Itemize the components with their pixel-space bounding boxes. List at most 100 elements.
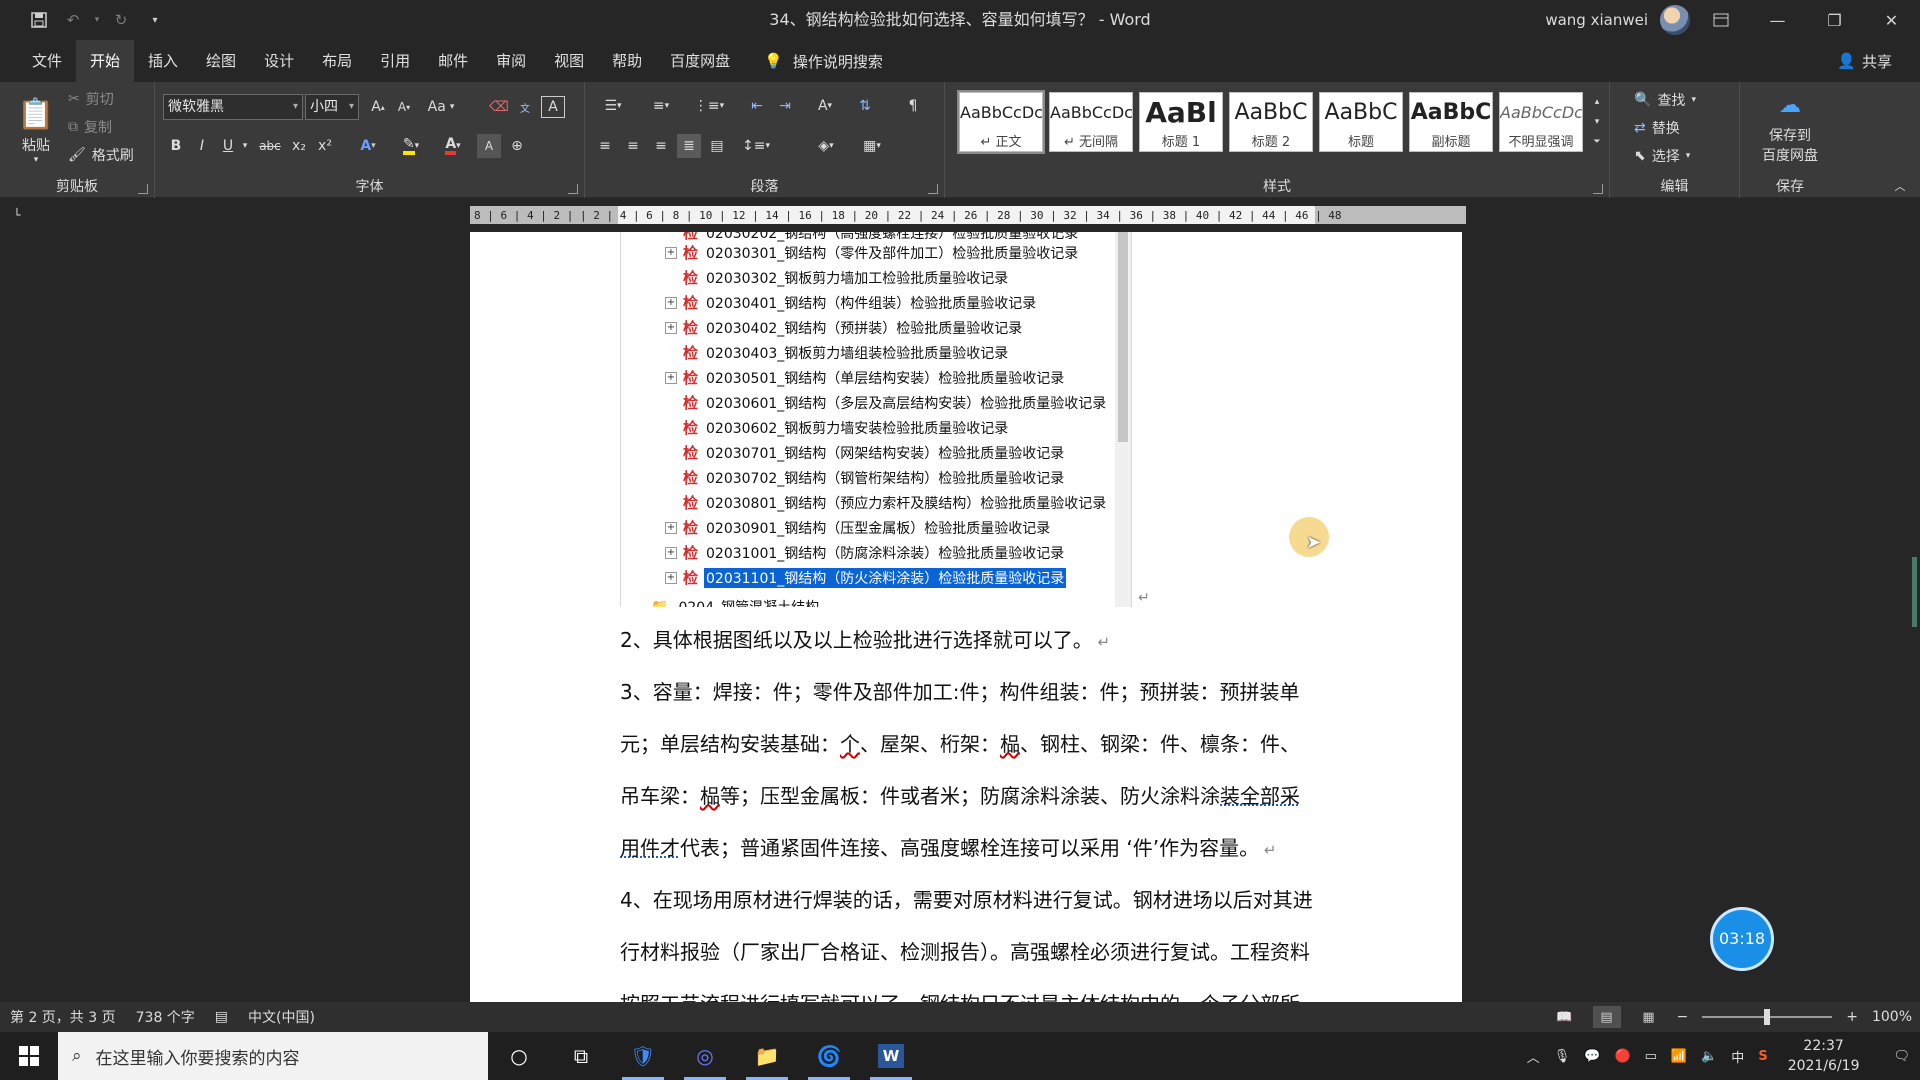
show-hidden-icons-icon[interactable]: ︿ [1527, 1047, 1540, 1066]
paragraph-3-line-2[interactable]: 元；单层结构安装基础：个、屋架、桁架：榀、钢柱、钢梁：件、檩条：件、 [620, 728, 1300, 757]
tab-review[interactable]: 审阅 [482, 40, 540, 82]
decrease-indent-icon[interactable]: ⇤ [745, 94, 769, 118]
paragraph-3-line-4[interactable]: 用件才代表；普通紧固件连接、高强度螺栓连接可以采用 ‘件’作为容量。 ↵ [620, 832, 1276, 861]
vertical-scrollbar[interactable] [1912, 557, 1917, 627]
chinese-layout-icon[interactable]: A ▾ [807, 94, 843, 118]
style-heading-2[interactable]: AaBbC 标题 2 [1229, 92, 1313, 152]
baidu-netdisk-label[interactable]: 百度网盘 [1740, 146, 1840, 164]
tab-insert[interactable]: 插入 [134, 40, 192, 82]
horizontal-ruler[interactable]: 8 | 6 | 4 | 2 | | 2 | 4 | 6 | 8 | 10 | 1… [470, 206, 1466, 224]
format-painter-button[interactable]: 🖌 格式刷 [68, 144, 134, 166]
style-subtle-emphasis[interactable]: AaBbCcDc 不明显强调 [1499, 92, 1583, 152]
tab-references[interactable]: 引用 [366, 40, 424, 82]
proofing-icon[interactable]: ▤ [205, 1009, 238, 1025]
sort-icon[interactable]: ⇅ [853, 94, 877, 118]
bold-button[interactable]: B [165, 134, 187, 158]
clock[interactable]: 22:37 2021/6/19 [1788, 1036, 1860, 1076]
paragraph-4-line-3[interactable]: 按照工艺流程进行填写就可以了。钢结构只不过是主体结构中的一个子分部所 [620, 988, 1300, 1002]
microphone-icon[interactable]: 🎙 [1554, 1049, 1571, 1064]
volume-icon[interactable]: 🔈 [1701, 1049, 1717, 1064]
task-view-icon[interactable]: ⧉ [550, 1032, 612, 1080]
ribbon-display-options-icon[interactable] [1692, 0, 1749, 40]
tab-help[interactable]: 帮助 [598, 40, 656, 82]
avatar[interactable] [1660, 5, 1690, 35]
underline-button[interactable]: U [217, 134, 239, 158]
zoom-level[interactable]: 100% [1872, 1009, 1912, 1025]
app-tray-icon[interactable]: 🔴 [1614, 1049, 1630, 1064]
distributed-icon[interactable]: ▤ [705, 134, 729, 158]
security-shield-icon[interactable]: 🛡 [612, 1032, 674, 1080]
numbering-icon[interactable]: ≡ ▾ [643, 94, 679, 118]
tab-file[interactable]: 文件 [18, 40, 76, 82]
print-layout-icon[interactable]: ▤ [1592, 1006, 1621, 1028]
phonetic-guide-icon[interactable]: 文 [513, 96, 537, 118]
chevron-down-icon[interactable]: ▾ [349, 95, 354, 119]
bullets-icon[interactable]: ☰ ▾ [595, 94, 631, 118]
share-button[interactable]: 👤 共享 [1837, 40, 1892, 82]
windows-start-icon[interactable] [0, 1032, 58, 1080]
restore-icon[interactable]: ❐ [1806, 0, 1863, 40]
account-area[interactable]: wang xianwei [1545, 0, 1690, 40]
file-explorer-icon[interactable]: 📁 [736, 1032, 798, 1080]
clipboard-icon[interactable]: 📋 [14, 90, 58, 138]
character-border-icon[interactable]: A [541, 96, 565, 118]
styles-launcher-icon[interactable] [1593, 184, 1603, 194]
word-count[interactable]: 738 个字 [126, 1007, 205, 1027]
line-spacing-icon[interactable]: ↕≡ ▾ [737, 134, 775, 158]
select-button[interactable]: ⬉ 选择 ▾ [1634, 144, 1690, 168]
tab-view[interactable]: 视图 [540, 40, 598, 82]
language[interactable]: 中文(中国) [238, 1007, 325, 1027]
tab-selector-icon[interactable]: └ [0, 202, 34, 228]
font-launcher-icon[interactable] [568, 184, 578, 194]
font-color-icon[interactable]: A ▾ [435, 134, 471, 158]
character-shading-icon[interactable]: A [477, 134, 501, 158]
chevron-down-icon[interactable]: ▾ [90, 0, 104, 40]
redo-icon[interactable]: ↻ [104, 0, 138, 40]
taskbar-search[interactable]: ⌕ 在这里输入你要搜索的内容 [58, 1032, 488, 1080]
paragraph-3-line-3[interactable]: 吊车梁：榀等；压型金属板：件或者米；防腐涂料涂装、防火涂料涂装全部采 [620, 780, 1300, 809]
highlight-color-icon[interactable]: ✎ ▾ [391, 134, 431, 158]
customize-qat-icon[interactable]: ▾ [138, 0, 172, 40]
ime-indicator[interactable]: 中 [1731, 1047, 1744, 1066]
tab-design[interactable]: 设计 [250, 40, 308, 82]
tab-mailings[interactable]: 邮件 [424, 40, 482, 82]
save-icon[interactable] [22, 0, 56, 40]
font-size-box[interactable]: 小四 ▾ [305, 94, 359, 120]
superscript-button[interactable]: x² [313, 134, 337, 158]
justify-icon[interactable]: ≣ [677, 134, 701, 158]
save-to-label[interactable]: 保存到 [1740, 126, 1840, 144]
web-layout-icon[interactable]: ▦ [1635, 1006, 1663, 1028]
sogou-ime-icon[interactable]: S [1758, 1049, 1767, 1064]
grow-font-icon[interactable]: A ▴ [367, 96, 389, 118]
style-title[interactable]: AaBbC 标题 [1319, 92, 1403, 152]
tell-me-search[interactable]: 💡 操作说明搜索 [744, 51, 883, 72]
chevron-down-icon[interactable]: ▾ [293, 95, 298, 119]
text-effects-icon[interactable]: A ▾ [351, 134, 385, 158]
cortana-icon[interactable]: ○ [488, 1032, 550, 1080]
zoom-slider[interactable] [1702, 1009, 1833, 1025]
tab-layout[interactable]: 布局 [308, 40, 366, 82]
wechat-icon[interactable]: 💬 [1584, 1049, 1600, 1064]
zoom-slider-knob[interactable] [1764, 1009, 1771, 1025]
underline-dropdown-icon[interactable]: ▾ [239, 134, 251, 158]
replace-button[interactable]: ⇄ 替换 [1634, 116, 1680, 140]
style-subtitle[interactable]: AaBbC 副标题 [1409, 92, 1493, 152]
baidu-cloud-icon[interactable]: ☁ [1770, 90, 1810, 120]
style-heading-1[interactable]: AaBl 标题 1 [1139, 92, 1223, 152]
find-button[interactable]: 🔍 查找 ▾ [1634, 88, 1696, 112]
undo-icon[interactable]: ↶ [56, 0, 90, 40]
zoom-out-icon[interactable]: − [1677, 1009, 1689, 1025]
paragraph-3-line-1[interactable]: 3、容量：焊接：件；零件及部件加工:件；构件组装：件；预拼装：预拼装单 [620, 676, 1299, 705]
font-name-box[interactable]: 微软雅黑 ▾ [163, 94, 303, 120]
gallery-up-icon[interactable]: ▴ [1589, 92, 1605, 112]
document-page[interactable]: 检 02030202_钢结构（高强度螺栓连接）检验批质量验收记录 + 检 020303… [470, 232, 1462, 1002]
minimize-icon[interactable]: — [1749, 0, 1806, 40]
browser-app-icon[interactable]: ◎ [674, 1032, 736, 1080]
tab-baidu-netdisk[interactable]: 百度网盘 [656, 40, 744, 82]
edge-browser-icon[interactable]: 🌀 [798, 1032, 860, 1080]
user-name[interactable]: wang xianwei [1545, 11, 1648, 29]
shrink-font-icon[interactable]: A ▾ [393, 96, 415, 118]
shading-icon[interactable]: ◈ ▾ [807, 134, 845, 158]
paragraph-4-line-2[interactable]: 行材料报验（厂家出厂合格证、检测报告）。高强螺栓必须进行复试。工程资料 [620, 936, 1310, 965]
align-center-icon[interactable]: ≡ [621, 134, 645, 158]
